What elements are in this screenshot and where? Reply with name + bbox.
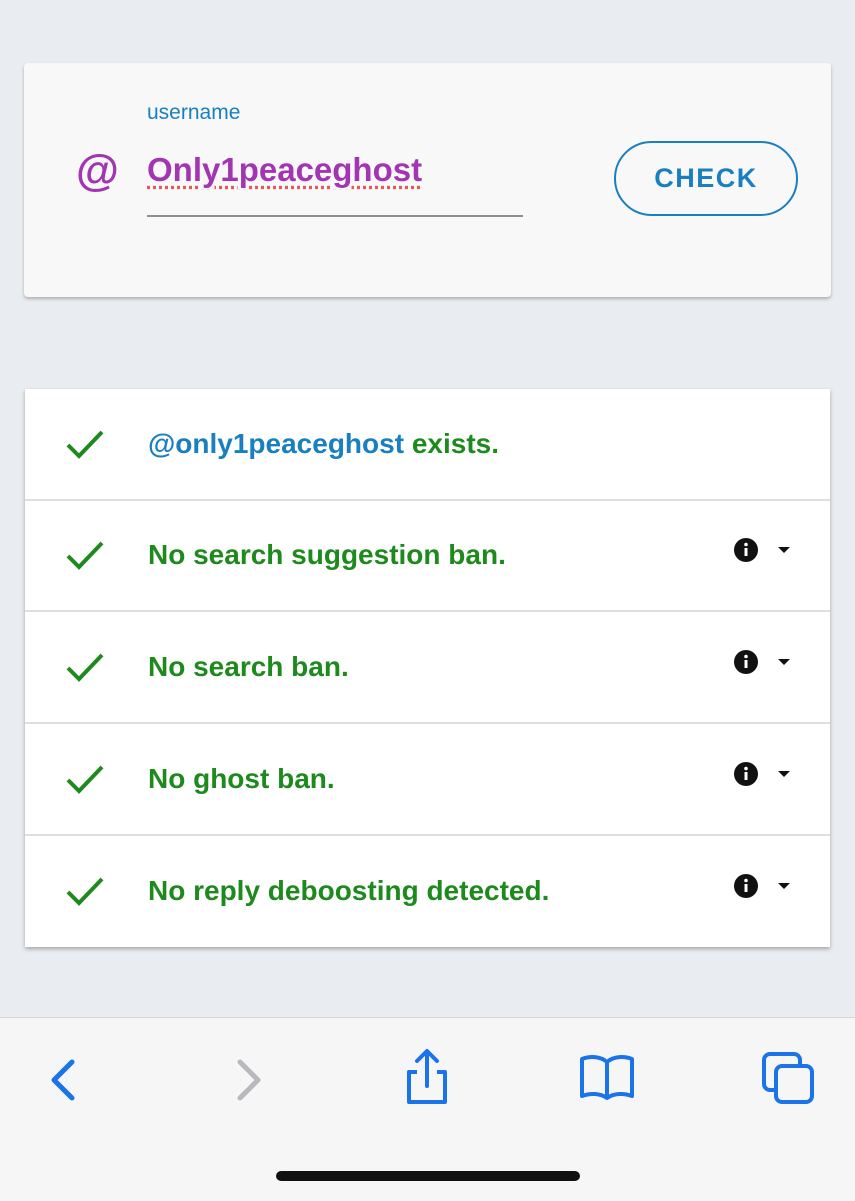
result-label: No search ban. [148, 651, 349, 682]
checkmark-icon [66, 765, 104, 794]
username-label: username [147, 101, 241, 124]
username-input[interactable]: Only1peaceghost [147, 153, 422, 186]
checkmark-icon [66, 877, 104, 906]
info-icon[interactable] [733, 649, 759, 675]
caret-down-icon[interactable] [776, 545, 792, 555]
info-icon[interactable] [733, 537, 759, 563]
bookmarks-icon[interactable] [578, 1052, 636, 1102]
back-icon[interactable] [48, 1058, 78, 1102]
results-list: @only1peaceghost exists. No search sugge… [25, 389, 830, 947]
caret-down-icon[interactable] [776, 881, 792, 891]
info-icon[interactable] [733, 873, 759, 899]
home-indicator[interactable] [276, 1171, 580, 1181]
username-form-card: username @ Only1peaceghost CHECK [24, 63, 831, 297]
caret-down-icon[interactable] [776, 769, 792, 779]
checkmark-icon [66, 653, 104, 682]
checkmark-icon [66, 541, 104, 570]
input-underline [147, 215, 523, 217]
tabs-icon[interactable] [760, 1050, 818, 1106]
caret-down-icon[interactable] [776, 657, 792, 667]
result-label: No ghost ban. [148, 763, 335, 794]
result-row-search-suggestion-ban[interactable]: No search suggestion ban. [25, 500, 830, 612]
result-label: exists. [404, 428, 499, 459]
result-label: No reply deboosting detected. [148, 875, 550, 906]
checkmark-icon [66, 430, 104, 459]
forward-icon[interactable] [234, 1058, 264, 1102]
result-row-exists: @only1peaceghost exists. [25, 389, 830, 501]
result-row-search-ban[interactable]: No search ban. [25, 612, 830, 724]
result-label: No search suggestion ban. [148, 539, 506, 570]
result-row-reply-deboosting[interactable]: No reply deboosting detected. [25, 836, 830, 946]
result-row-ghost-ban[interactable]: No ghost ban. [25, 724, 830, 836]
check-button[interactable]: CHECK [614, 141, 798, 216]
result-text: @only1peaceghost exists. [148, 427, 499, 461]
username-handle[interactable]: @only1peaceghost [148, 428, 404, 459]
at-icon: @ [76, 146, 119, 195]
info-icon[interactable] [733, 761, 759, 787]
share-icon[interactable] [402, 1048, 452, 1108]
